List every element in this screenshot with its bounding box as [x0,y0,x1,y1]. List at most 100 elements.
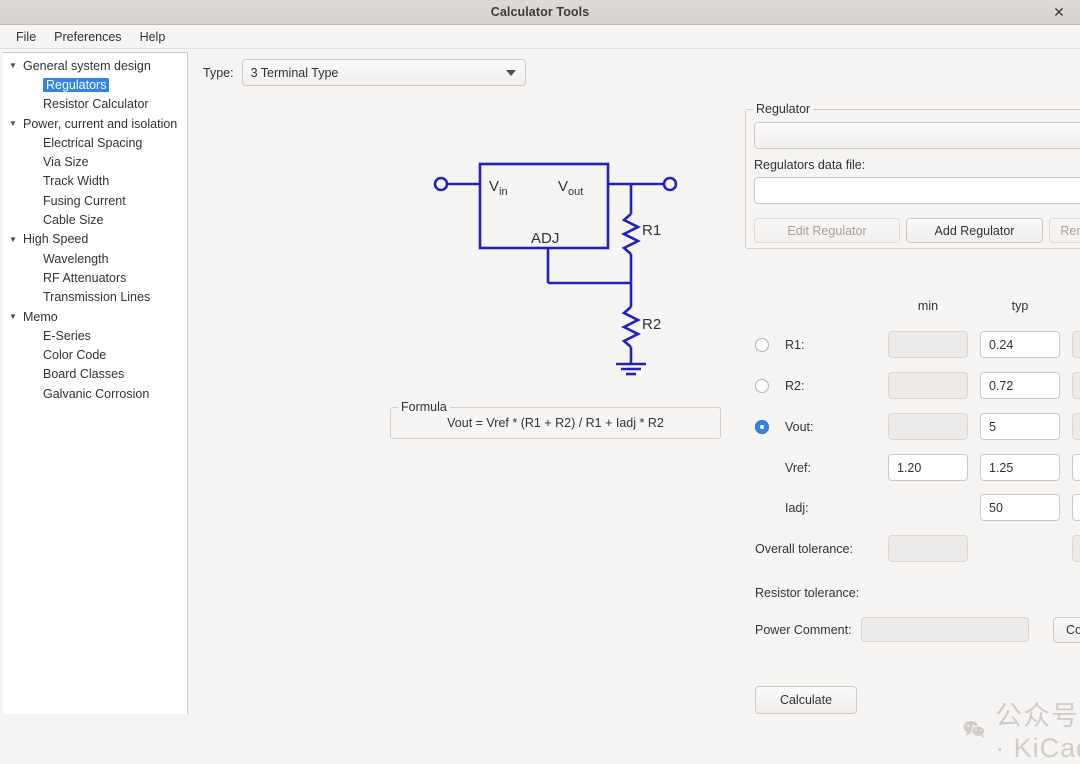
sidebar-item-label: E-Series [43,328,91,343]
parameter-label: Vout: [785,420,814,434]
sidebar-item-memo[interactable]: ▼ Memo [3,307,187,326]
field-iadj-typ[interactable] [980,494,1060,521]
sidebar-item-rf-attenuators[interactable]: RF Attenuators [3,268,187,287]
r2-label: R2 [642,316,661,333]
sidebar-item-resistor-calculator[interactable]: Resistor Calculator [3,95,187,114]
field-r1-max[interactable] [1072,331,1080,358]
sidebar-item-board-classes[interactable]: Board Classes [3,365,187,384]
r1-label: R1 [642,222,661,239]
chevron-down-icon[interactable]: ▼ [3,235,23,244]
sidebar-item-via-size[interactable]: Via Size [3,152,187,171]
calculate-button[interactable]: Calculate [755,686,857,714]
menu-help[interactable]: Help [131,28,175,46]
sidebar-item-fusing-current[interactable]: Fusing Current [3,191,187,210]
sidebar-item-label: Wavelength [43,251,109,266]
sidebar-item-galvanic-corrosion[interactable]: Galvanic Corrosion [3,384,187,403]
regulator-group: Regulator Regulators data file: Browse E… [745,102,1080,249]
formula-legend: Formula [398,400,450,414]
wechat-icon [963,720,986,738]
sidebar-item-electrical-spacing[interactable]: Electrical Spacing [3,133,187,152]
menubar: File Preferences Help [0,25,1080,49]
sidebar-item-track-width[interactable]: Track Width [3,172,187,191]
sidebar-item-label: Galvanic Corrosion [43,386,150,401]
radio-vout[interactable] [755,420,769,434]
type-dropdown[interactable]: 3 Terminal Type [241,59,526,86]
field-r2-min[interactable] [888,372,968,399]
chevron-down-icon[interactable]: ▼ [3,119,23,128]
copy-to-clipboard-button[interactable]: Copy to Clipboard [1053,617,1080,643]
main-content: ▼ General system design Regulators Resistor… [0,49,1080,763]
field-vref-min[interactable] [888,454,968,481]
sidebar-item-cable-size[interactable]: Cable Size [3,210,187,229]
parameter-row: Vout: [745,412,814,442]
sidebar-item-label: Power, current and isolation [23,116,178,131]
menu-preferences[interactable]: Preferences [45,28,130,46]
field-vref-max[interactable] [1072,454,1080,481]
sidebar-item-transmission-lines[interactable]: Transmission Lines [3,288,187,307]
regulator-select[interactable] [754,122,1080,149]
chevron-down-icon [505,69,516,76]
sidebar-item-label: Memo [23,309,58,324]
schematic-svg: Vin Vout ADJ R1 R2 [433,162,678,376]
sidebar-item-label: Transmission Lines [43,290,151,305]
sidebar-item-label: High Speed [23,232,89,247]
add-regulator-button[interactable]: Add Regulator [906,218,1043,243]
chevron-down-icon[interactable]: ▼ [3,61,23,70]
regulators-data-file-input[interactable] [754,177,1080,204]
column-header-max: max [1072,299,1080,313]
sidebar-item-regulators[interactable]: Regulators [3,75,187,94]
parameter-label: R2: [785,379,805,393]
adj-label: ADJ [531,230,559,247]
field-vref-typ[interactable] [980,454,1060,481]
sidebar-item-label: Regulators [43,77,110,92]
radio-r1[interactable] [755,338,769,352]
field-r2-max[interactable] [1072,372,1080,399]
close-icon[interactable]: ✕ [1046,0,1072,24]
wechat-watermark: 公众号 · KiCad [963,694,1080,764]
formula-group: Formula Vout = Vref * (R1 + R2) / R1 + I… [390,400,721,439]
sidebar-item-label: RF Attenuators [43,270,127,285]
radio-r2[interactable] [755,379,769,393]
sidebar-item-label: Electrical Spacing [43,135,143,150]
sidebar-item-label: General system design [23,58,151,73]
regulators-data-file-label: Regulators data file: [754,158,866,172]
sidebar-item-high-speed[interactable]: ▼ High Speed [3,230,187,249]
sidebar-item-label: Fusing Current [43,193,126,208]
watermark-text: 公众号 · KiCad [995,701,1080,763]
parameter-row: R1: [745,330,804,360]
parameter-row: R2: [745,371,804,401]
regulator-panel: Type: 3 Terminal Type Vin Vout ADJ R1 R2… [188,49,1080,763]
parameter-row: Iadj: [745,493,809,523]
field-iadj-max[interactable] [1072,494,1080,521]
sidebar-item-label: Track Width [43,174,110,189]
regulator-schematic: Vin Vout ADJ R1 R2 [418,159,688,382]
field-r1-typ[interactable] [980,331,1060,358]
sidebar-item-general-system-design[interactable]: ▼ General system design [3,56,187,75]
window-titlebar: Calculator Tools ✕ [0,0,1080,25]
sidebar-item-label: Resistor Calculator [43,97,149,112]
sidebar-tree[interactable]: ▼ General system design Regulators Resistor… [3,52,188,714]
window-title: Calculator Tools [490,5,590,19]
field-r1-min[interactable] [888,331,968,358]
parameter-label: Vref: [785,461,811,475]
menu-file[interactable]: File [7,28,45,46]
parameter-label: Iadj: [785,501,809,515]
field-r2-typ[interactable] [980,372,1060,399]
field-vout-min[interactable] [888,413,968,440]
column-header-min: min [917,299,939,313]
field-overalltolerance-max[interactable] [1072,535,1080,562]
sidebar-item-e-series[interactable]: E-Series [3,326,187,345]
chevron-down-icon[interactable]: ▼ [3,312,23,321]
power-comment-input[interactable] [861,617,1029,642]
sidebar-item-power-current-and-isolation[interactable]: ▼ Power, current and isolation [3,114,187,133]
remove-regulator-button[interactable]: Remove Regulator [1049,218,1080,243]
edit-regulator-button[interactable]: Edit Regulator [754,218,900,243]
field-overalltolerance-min[interactable] [888,535,968,562]
sidebar-item-wavelength[interactable]: Wavelength [3,249,187,268]
column-header-typ: typ [1011,299,1029,313]
type-label: Type: [203,65,234,80]
field-vout-typ[interactable] [980,413,1060,440]
type-row: Type: 3 Terminal Type [203,59,526,86]
sidebar-item-color-code[interactable]: Color Code [3,345,187,364]
field-vout-max[interactable] [1072,413,1080,440]
